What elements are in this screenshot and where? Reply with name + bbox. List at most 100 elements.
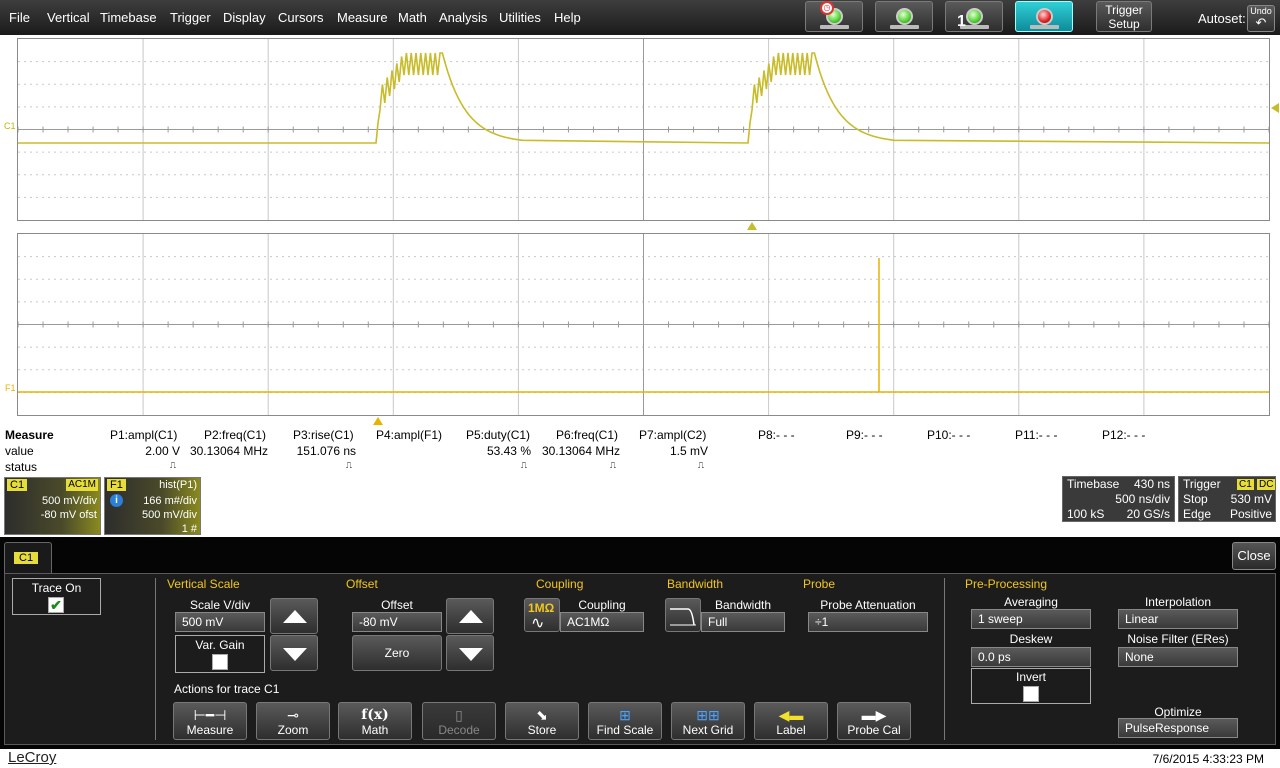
lecroy-logo: LeCroy [8,749,57,766]
trigger-mode: Stop [1183,492,1208,506]
menu-trigger[interactable]: Trigger [170,10,211,25]
coupling-title: Coupling [536,577,584,591]
measure-param-7-name[interactable]: P7:ampl(C2) [639,428,706,442]
normal-trigger-button[interactable] [875,1,933,32]
timebase-div: 500 ns/div [1115,492,1170,506]
datetime: 7/6/2015 4:33:23 PM [1152,752,1264,766]
menu-analysis[interactable]: Analysis [439,10,487,25]
clock-icon: ◷ [820,1,834,15]
interpolation-select[interactable]: Linear [1118,609,1238,629]
store-icon: ⬊ [536,707,548,723]
measure-param-6-status: ⎍ [609,460,616,470]
measure-param-3-status: ⎍ [345,460,352,470]
interpolation-label: Interpolation [1144,595,1212,609]
measure-param-1-status: ⎍ [169,460,176,470]
measure-param-5-name[interactable]: P5:duty(C1) [466,428,530,442]
measure-param-3-name[interactable]: P3:rise(C1) [293,428,354,442]
invert-checkbox[interactable] [1023,686,1039,702]
scale-up-button[interactable] [270,598,318,634]
f1-scale-count: 166 m#/div [143,495,197,507]
coupling-icon-button[interactable]: 1MΩ ∿ [524,598,560,632]
measure-param-3-value: 151.076 ns [296,444,356,458]
scale-down-button[interactable] [270,635,318,671]
undo-button[interactable]: Undo ↶ [1247,5,1275,32]
scale-input[interactable]: 500 mV [175,612,265,632]
divider [155,578,156,740]
menu-display[interactable]: Display [223,10,266,25]
menu-utilities[interactable]: Utilities [499,10,541,25]
noise-filter-label: Noise Filter (ERes) [1127,632,1229,646]
menu-timebase[interactable]: Timebase [100,10,157,25]
trigger-coupling-badge: DC [1257,479,1276,490]
auto-trigger-button[interactable]: ◷ [805,1,863,32]
measure-param-8-name[interactable]: P8:- - - [758,428,795,442]
actions-title: Actions for trace C1 [174,682,280,696]
measure-param-12-name[interactable]: P12:- - - [1102,428,1145,442]
measure-title: Measure [5,428,54,442]
measure-param-9-name[interactable]: P9:- - - [846,428,883,442]
measure-param-2-name[interactable]: P2:freq(C1) [204,428,266,442]
measure-param-6-name[interactable]: P6:freq(C1) [556,428,618,442]
measure-action-button[interactable]: ⊢━⊣ Measure [173,702,247,740]
var-gain-checkbox[interactable] [212,654,228,670]
zero-button[interactable]: Zero [352,635,442,671]
bandwidth-icon-button[interactable] [665,598,701,632]
vertical-scale-title: Vertical Scale [167,577,240,591]
optimize-select[interactable]: PulseResponse [1118,718,1238,738]
noise-filter-select[interactable]: None [1118,647,1238,667]
traffic-light-icon [966,8,983,25]
trigger-descriptor[interactable]: Trigger C1 DC Stop 530 mV Edge Positive [1178,476,1276,522]
deskew-input[interactable]: 0.0 ps [971,647,1091,667]
measure-param-4-name[interactable]: P4:ampl(F1) [376,428,442,442]
menu-help[interactable]: Help [554,10,581,25]
probe-icon: ▬▶ [861,707,887,723]
trigger-setup-button[interactable]: Trigger Setup [1096,1,1152,32]
arrow-down-icon [459,648,483,661]
probe-cal-action-button[interactable]: ▬▶ Probe Cal [837,702,911,740]
averaging-select[interactable]: 1 sweep [971,609,1091,629]
next-grid-action-button[interactable]: ⊞⊞ Next Grid [671,702,745,740]
stop-trigger-button[interactable] [1015,1,1073,32]
offset-title: Offset [346,577,378,591]
find-scale-action-button[interactable]: ⊞ Find Scale [588,702,662,740]
bandwidth-label: Bandwidth [714,598,772,612]
offset-input[interactable]: -80 mV [352,612,442,632]
measure-param-11-name[interactable]: P11:- - - [1015,428,1057,442]
menu-cursors[interactable]: Cursors [278,10,324,25]
upper-grid[interactable] [17,38,1270,221]
label-action-button[interactable]: ◀▬ Label [754,702,828,740]
timebase-descriptor[interactable]: Timebase 430 ns 500 ns/div 100 kS 20 GS/… [1062,476,1175,522]
trigger-type: Edge [1183,507,1212,521]
f1-descriptor[interactable]: F1 hist(P1) i 166 m#/div 500 mV/div 1 # [104,477,201,535]
tab-c1[interactable]: C1 [4,542,52,574]
menu-file[interactable]: File [9,10,30,25]
autoset-label[interactable]: Autoset: [1198,11,1246,26]
lower-grid[interactable] [17,233,1270,416]
bandwidth-select[interactable]: Full [701,612,785,632]
c1-descriptor[interactable]: C1 AC1M 500 mV/div -80 mV ofst [4,477,101,535]
divider [944,578,945,740]
offset-down-button[interactable] [446,635,494,671]
preprocessing-title: Pre-Processing [965,577,1048,591]
coupling-select[interactable]: AC1MΩ [560,612,644,632]
menu-vertical[interactable]: Vertical [47,10,90,25]
zoom-action-button[interactable]: ⊸ Zoom [256,702,330,740]
math-action-button[interactable]: f(x) Math [338,702,412,740]
measure-param-1-name[interactable]: P1:ampl(C1) [110,428,177,442]
trace-on-checkbox[interactable]: ✔ [48,597,64,613]
single-trigger-button[interactable]: 1 [945,1,1003,32]
c1-offset: -80 mV ofst [40,509,97,521]
store-action-button[interactable]: ⬊ Store [505,702,579,740]
menu-measure[interactable]: Measure [337,10,388,25]
menu-math[interactable]: Math [398,10,427,25]
close-button[interactable]: Close [1232,542,1276,570]
decode-action-button[interactable]: ▯ Decode [422,702,496,740]
measure-table: Measure value status P1:ampl(C1) 2.00 V ⎍ P… [0,427,1280,477]
probe-attenuation-label: Probe Attenuation [820,598,916,612]
offset-up-button[interactable] [446,598,494,634]
find-scale-icon: ⊞ [619,707,631,723]
probe-attenuation-select[interactable]: ÷1 [808,612,928,632]
measure-param-10-name[interactable]: P10:- - - [927,428,970,442]
traffic-light-icon [896,8,913,25]
trigger-level: 530 mV [1230,492,1272,506]
